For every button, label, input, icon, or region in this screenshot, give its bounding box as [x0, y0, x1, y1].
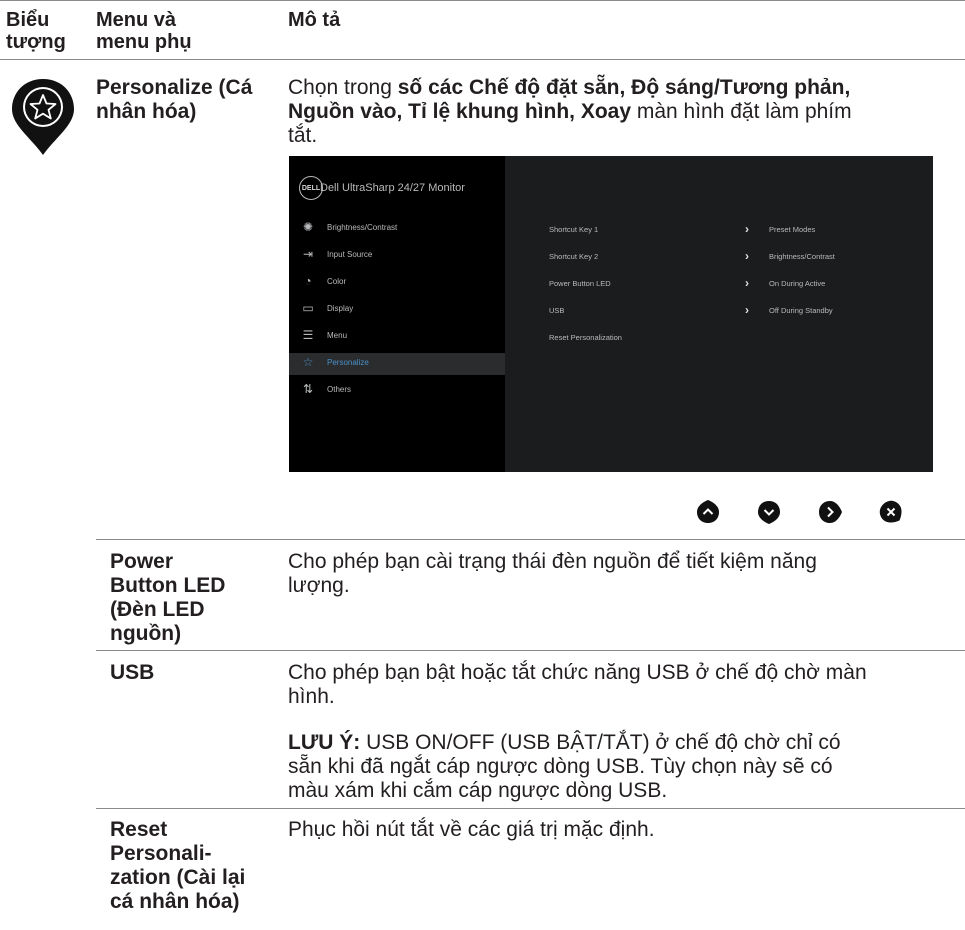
osd-menu-label: Menu	[327, 331, 348, 340]
osd-menu-item-input-source[interactable]: ⇥ Input Source	[289, 245, 505, 267]
close-icon[interactable]	[879, 500, 903, 524]
up-icon[interactable]	[696, 500, 720, 524]
osd-screenshot: DELL Dell UltraSharp 24/27 Monitor ✺ Brig…	[289, 156, 933, 472]
osd-menu-panel: DELL Dell UltraSharp 24/27 Monitor ✺ Brig…	[289, 156, 505, 472]
usb-note: LƯU Ý: USB ON/OFF (USB BẬT/TẮT) ở chế độ…	[288, 731, 841, 802]
header-desc-col: Mô tả	[288, 9, 341, 31]
chevron-right-icon: ›	[745, 276, 749, 290]
osd-setting-row[interactable]: Reset Personalization	[549, 333, 929, 347]
row-rule	[96, 808, 965, 809]
chevron-right-icon: ›	[745, 249, 749, 263]
right-icon[interactable]	[818, 500, 842, 524]
osd-setting-key: Reset Personalization	[549, 333, 622, 342]
osd-setting-value: Off During Standby	[769, 306, 833, 315]
personalize-description: Chọn trong số các Chế độ đặt sẵn, Độ sán…	[288, 76, 852, 147]
osd-menu-item-personalize[interactable]: ☆ Personalize	[289, 353, 505, 375]
osd-setting-key: Shortcut Key 2	[549, 252, 599, 261]
osd-setting-key: USB	[549, 306, 565, 315]
star-icon: ☆	[302, 355, 314, 369]
usb-menu-label: USB	[110, 661, 155, 684]
row-rule	[96, 650, 965, 651]
brightness-icon: ✺	[302, 220, 314, 234]
power-led-description: Cho phép bạn cài trạng thái đèn nguồn để…	[288, 550, 817, 597]
power-led-menu-label: Power Button LED (Đèn LED nguồn)	[110, 550, 226, 645]
osd-menu-item-color[interactable]: ◔ Color	[289, 272, 505, 294]
header-top-rule	[0, 0, 965, 1]
reset-menu-label: Reset Personali-zation (Cài lại cá nhân hó…	[110, 818, 246, 913]
header-bottom-rule	[0, 59, 965, 60]
display-icon: ▭	[302, 301, 314, 315]
chevron-right-icon: ›	[745, 303, 749, 317]
osd-menu-item-display[interactable]: ▭ Display	[289, 299, 505, 321]
osd-menu-label: Color	[327, 277, 347, 286]
osd-menu-item-others[interactable]: ⇅ Others	[289, 380, 505, 402]
osd-setting-row[interactable]: Shortcut Key 2 › Brightness/Contrast	[549, 249, 929, 266]
osd-title: Dell UltraSharp 24/27 Monitor	[320, 182, 465, 194]
osd-menu-label: Input Source	[327, 250, 373, 259]
osd-setting-value: Brightness/Contrast	[769, 252, 835, 261]
osd-setting-row[interactable]: Power Button LED › On During Active	[549, 276, 929, 293]
header-icon-col: Biểu tượng	[6, 9, 66, 53]
header-menu-col: Menu và menu phụ	[96, 9, 192, 53]
osd-setting-row[interactable]: Shortcut Key 1 › Preset Modes	[549, 222, 929, 239]
personalize-menu-label: Personalize (Cá nhân hóa)	[96, 76, 253, 123]
osd-setting-value: Preset Modes	[769, 225, 816, 234]
input-source-icon: ⇥	[302, 247, 314, 261]
down-icon[interactable]	[757, 500, 781, 524]
osd-settings-panel: Shortcut Key 1 › Preset Modes Shortcut Key …	[505, 156, 933, 472]
color-icon: ◔	[304, 274, 312, 288]
star-icon	[8, 75, 78, 157]
usb-description: Cho phép bạn bật hoặc tắt chức năng USB …	[288, 661, 867, 708]
osd-menu-label: Brightness/Contrast	[327, 223, 398, 232]
menu-icon: ☰	[302, 328, 314, 342]
chevron-right-icon: ›	[745, 222, 749, 236]
osd-setting-row[interactable]: USB › Off During Standby	[549, 303, 929, 320]
osd-menu-label: Others	[327, 385, 352, 394]
osd-menu-item-menu[interactable]: ☰ Menu	[289, 326, 505, 348]
osd-menu-item-brightness-contrast[interactable]: ✺ Brightness/Contrast	[289, 218, 505, 240]
osd-menu-label: Display	[327, 304, 354, 313]
others-icon: ⇅	[302, 382, 314, 396]
osd-setting-key: Power Button LED	[549, 279, 611, 288]
row-rule	[96, 539, 965, 540]
osd-setting-value: On During Active	[769, 279, 826, 288]
osd-setting-key: Shortcut Key 1	[549, 225, 599, 234]
osd-menu-label: Personalize	[327, 358, 369, 367]
reset-description: Phục hồi nút tắt về các giá trị mặc định…	[288, 818, 655, 841]
